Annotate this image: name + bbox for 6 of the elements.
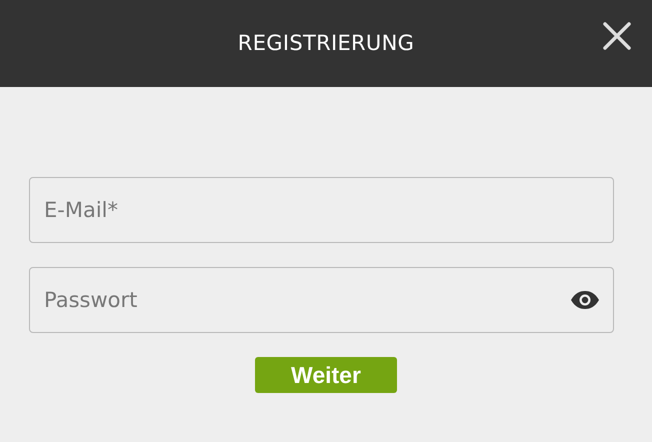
- continue-button[interactable]: Weiter: [255, 357, 397, 393]
- dialog-title: REGISTRIERUNG: [238, 30, 414, 57]
- email-field[interactable]: E-Mail*: [29, 177, 614, 243]
- password-field[interactable]: Passwort: [29, 267, 614, 333]
- eye-icon[interactable]: [570, 290, 600, 310]
- close-button[interactable]: [602, 21, 632, 51]
